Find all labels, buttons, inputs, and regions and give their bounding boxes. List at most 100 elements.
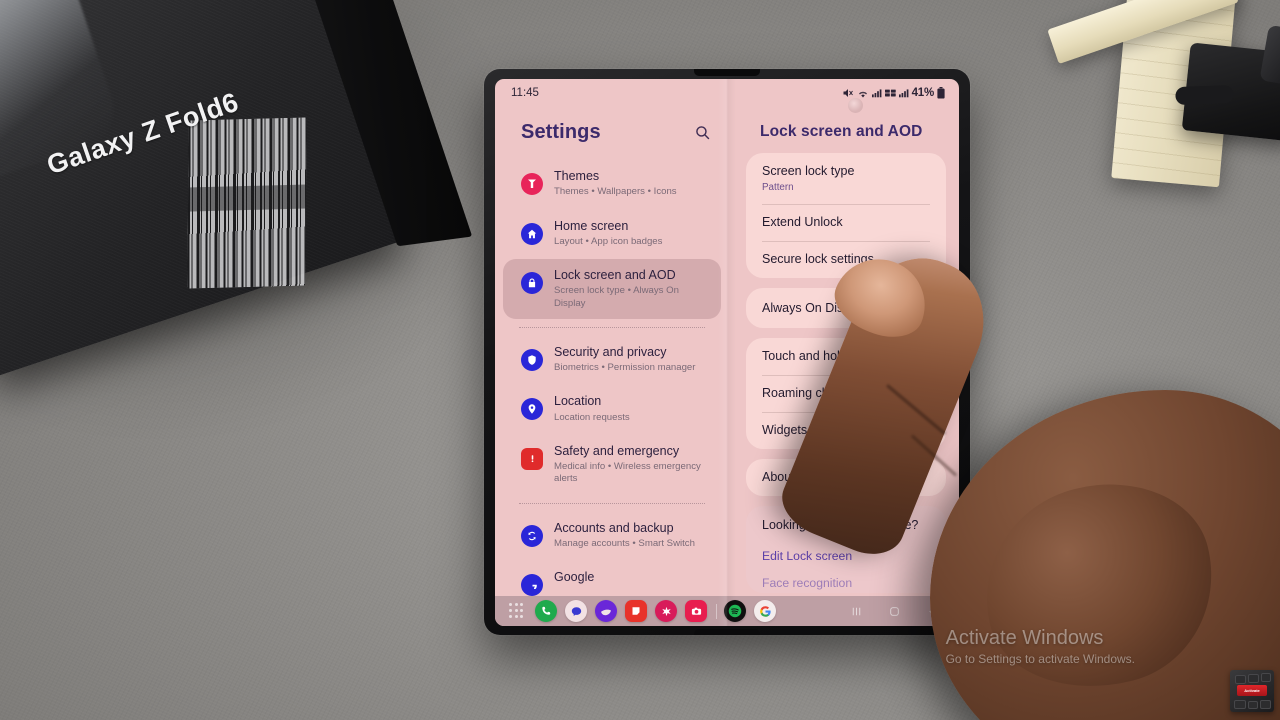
sidebar-item-label: Location — [554, 394, 602, 409]
sidebar-item-safety-and-emergency[interactable]: Safety and emergency Medical info • Wire… — [503, 435, 721, 495]
sidebar-item-sublabel: Medical info • Wireless emergency alerts — [554, 461, 701, 485]
taskbar-app-messages[interactable] — [565, 600, 587, 622]
row-label: Touch and hold to edit — [762, 349, 885, 363]
shield-icon — [521, 348, 543, 371]
sidebar-item-sublabel: Manage accounts • Smart Switch — [554, 537, 695, 549]
about-lock-screen-card: About Lock screen — [746, 459, 946, 496]
sidebar-item-google[interactable]: Google — [503, 561, 721, 596]
phone-screen: 11:45 41% Settings Themes Themes • Wallp… — [495, 79, 959, 626]
row-label: Screen lock type — [762, 164, 855, 178]
sidebar-item-label: Google — [554, 570, 595, 585]
row-always-on-display[interactable]: Always On Display — [746, 288, 946, 328]
sidebar-item-label: Security and privacy — [554, 344, 667, 359]
sidebar-item-accounts-and-backup[interactable]: Accounts and backup Manage accounts • Sm… — [503, 512, 721, 560]
sidebar-nav-list: Themes Themes • Wallpapers • Icons Home … — [495, 160, 735, 596]
home-nav-icon[interactable] — [888, 605, 901, 618]
sidebar-item-sublabel: Layout • App icon badges — [554, 235, 663, 247]
hinge-notch-bottom — [694, 629, 760, 635]
sidebar-item-lock-screen-and-aod[interactable]: Lock screen and AOD Screen lock type • A… — [503, 259, 721, 319]
lock-settings-card: Screen lock type Pattern Extend Unlock S… — [746, 153, 946, 278]
sidebar-item-label: Accounts and backup — [554, 520, 674, 535]
galaxy-z-fold-device: 11:45 41% Settings Themes Themes • Wallp… — [484, 69, 970, 635]
emergency-icon — [521, 447, 543, 470]
looking-for-something-else-card: Looking for something else? Edit Lock sc… — [746, 506, 946, 593]
sidebar-header: Settings — [495, 107, 735, 160]
recents-icon[interactable] — [850, 605, 863, 618]
corner-keyboard-thumbnail: Activate — [1230, 670, 1274, 712]
row-secure-lock-settings[interactable]: Secure lock settings — [746, 241, 946, 278]
row-sublabel: Pattern — [762, 182, 794, 193]
taskbar-separator — [716, 603, 717, 619]
always-on-display-card: Always On Display — [746, 288, 946, 328]
sidebar-item-sublabel: Screen lock type • Always On Display — [554, 285, 679, 309]
themes-icon — [521, 173, 543, 195]
taskbar-app-samsung-notes[interactable] — [625, 600, 647, 622]
looking-for-title: Looking for something else? — [762, 518, 919, 532]
status-bar: 11:45 41% — [495, 79, 959, 107]
row-label: Secure lock settings — [762, 252, 874, 266]
link-row-face-recognition[interactable]: Face recognition — [746, 566, 946, 593]
lock-icon — [521, 272, 543, 295]
sync-icon — [521, 524, 543, 547]
battery-icon — [937, 87, 945, 99]
taskbar — [495, 596, 959, 626]
status-time: 11:45 — [511, 87, 539, 99]
google-icon — [521, 574, 543, 596]
back-icon[interactable] — [926, 605, 939, 618]
sidebar-item-location[interactable]: Location Location requests — [503, 385, 721, 433]
sidebar-item-sublabel: Biometrics • Permission manager — [554, 362, 696, 374]
navigation-keys — [850, 605, 943, 618]
sidebar-item-label: Themes — [554, 169, 600, 183]
taskbar-app-samsung-internet[interactable] — [595, 600, 617, 622]
wifi-icon — [857, 88, 869, 99]
taskbar-app-google[interactable] — [754, 600, 776, 622]
row-label: Extend Unlock — [762, 215, 843, 229]
signal-icon — [871, 88, 882, 98]
link-row-edit-lock-screen[interactable]: Edit Lock screen — [746, 539, 946, 566]
battery-percent-label: 41% — [911, 87, 935, 99]
sidebar-item-home-screen[interactable]: Home screen Layout • App icon badges — [503, 210, 721, 258]
sidebar-item-themes[interactable]: Themes Themes • Wallpapers • Icons — [503, 160, 721, 208]
page-title: Settings — [521, 121, 601, 143]
signal-icon-secondary — [898, 88, 909, 98]
sidebar-item-sublabel: Themes • Wallpapers • Icons — [554, 186, 677, 198]
sidebar-divider — [519, 326, 705, 328]
row-touch-and-hold-to-edit[interactable]: Touch and hold to edit — [746, 338, 946, 375]
always-on-display-toggle[interactable] — [896, 299, 930, 317]
location-pin-icon — [521, 398, 543, 421]
hinge-notch-top — [694, 69, 760, 76]
row-label: Widgets — [762, 423, 808, 437]
wooden-object — [1047, 0, 1280, 188]
row-label: About Lock screen — [762, 470, 866, 484]
thumbnail-red-key: Activate — [1237, 685, 1267, 696]
sidebar-item-label: Home screen — [554, 218, 629, 233]
row-about-lock-screen[interactable]: About Lock screen — [746, 459, 946, 496]
row-label: Always On Display — [762, 300, 867, 315]
row-label: Roaming clock — [762, 386, 844, 400]
toggle-knob — [914, 301, 928, 315]
taskbar-app-gallery[interactable] — [655, 600, 677, 622]
settings-split-view: Settings Themes Themes • Wallpapers • Ic… — [495, 107, 959, 596]
link-edit-lock-screen[interactable]: Edit Lock screen — [762, 549, 930, 563]
box-barcode — [187, 117, 307, 289]
sidebar-item-sublabel: Location requests — [554, 411, 630, 423]
row-screen-lock-type[interactable]: Screen lock type Pattern — [746, 153, 946, 204]
taskbar-app-phone[interactable] — [535, 600, 557, 622]
row-extend-unlock[interactable]: Extend Unlock — [746, 204, 946, 241]
link-face-recognition[interactable]: Face recognition — [762, 576, 930, 590]
row-roaming-clock[interactable]: Roaming clock — [746, 375, 946, 412]
dual-sim-icon — [884, 88, 896, 98]
home-icon — [521, 222, 543, 245]
lock-screen-detail-pane: Lock screen and AOD Screen lock type Pat… — [735, 107, 959, 596]
sidebar-item-label: Lock screen and AOD — [554, 268, 676, 283]
row-widgets[interactable]: Widgets — [746, 412, 946, 449]
search-icon[interactable] — [691, 122, 713, 144]
taskbar-app-camera[interactable] — [685, 600, 707, 622]
sidebar-divider-2 — [519, 502, 705, 504]
mute-icon — [842, 87, 854, 99]
detail-page-title: Lock screen and AOD — [760, 123, 923, 140]
sidebar-item-security-and-privacy[interactable]: Security and privacy Biometrics • Permis… — [503, 336, 721, 384]
app-grid-icon[interactable] — [509, 603, 525, 619]
settings-sidebar: Settings Themes Themes • Wallpapers • Ic… — [495, 107, 735, 596]
taskbar-app-spotify[interactable] — [724, 600, 746, 622]
